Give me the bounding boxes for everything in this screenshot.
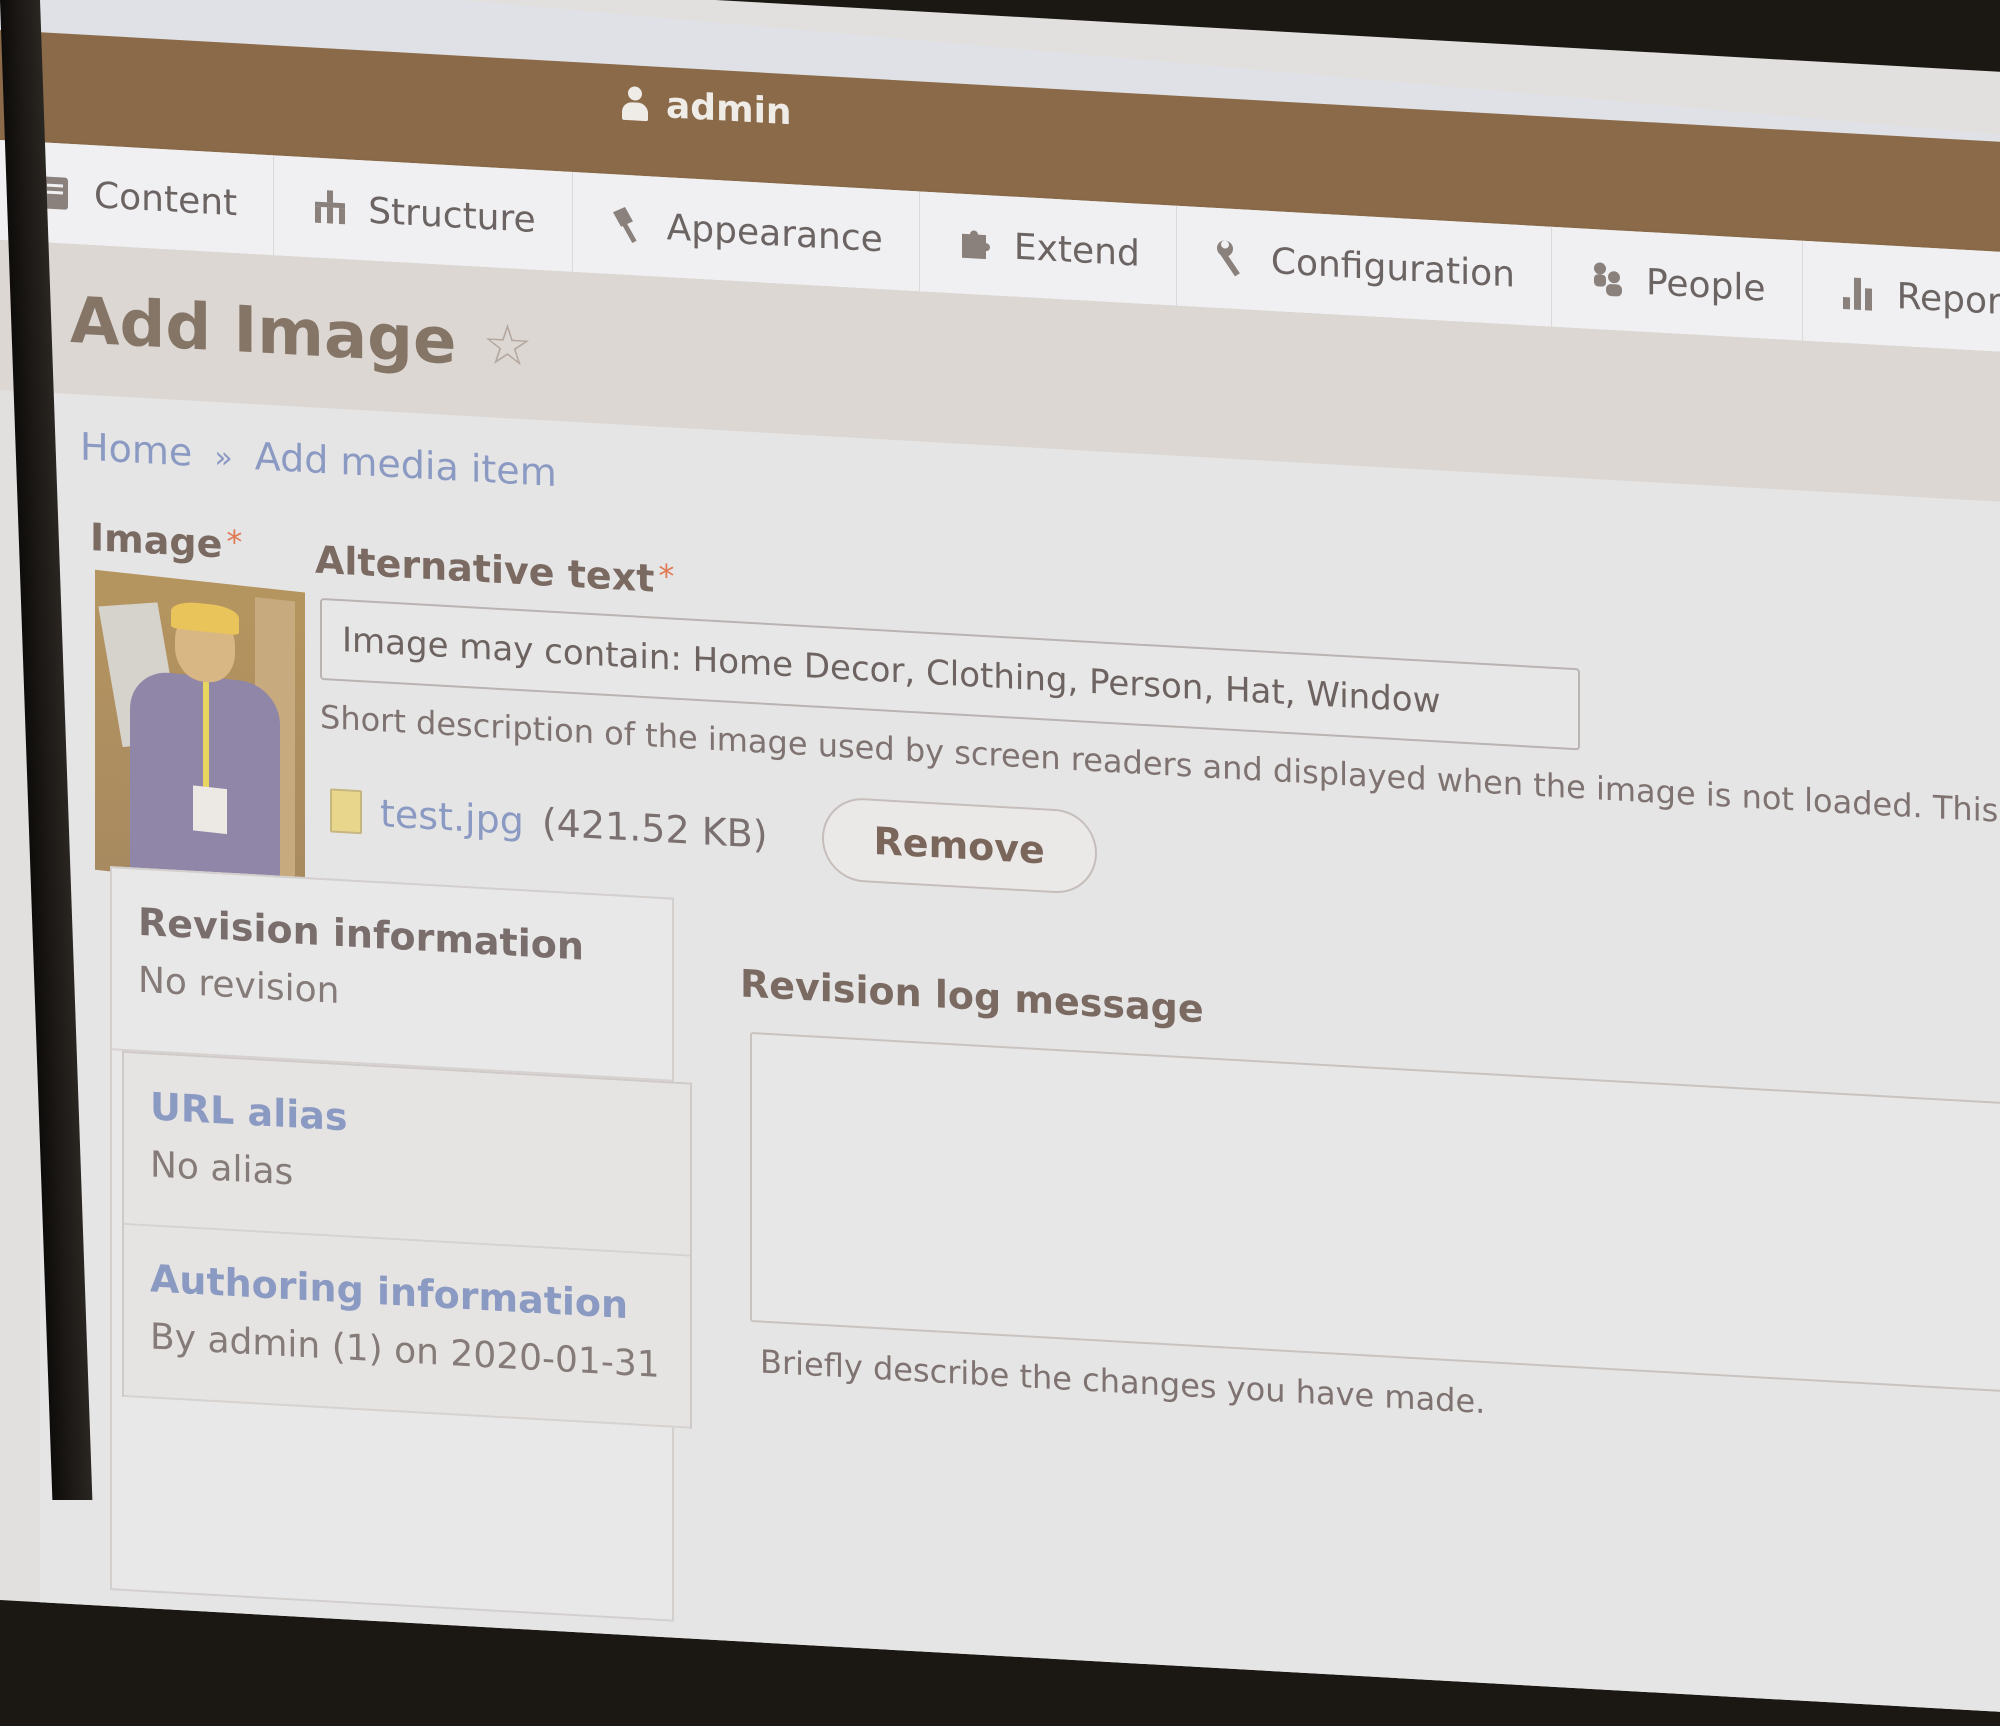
- menu-label: Content: [94, 174, 238, 224]
- required-marker: *: [226, 522, 243, 562]
- page-title: Add Image ☆: [70, 284, 533, 384]
- authoring-information-section[interactable]: Authoring information By admin (1) on 20…: [124, 1224, 690, 1429]
- url-alias-value: No alias: [150, 1144, 294, 1194]
- menu-label: Extend: [1013, 226, 1140, 275]
- menu-label: Appearance: [666, 206, 883, 260]
- page-title-text: Add Image: [70, 283, 457, 380]
- remove-button[interactable]: Remove: [821, 795, 1097, 896]
- user-name: admin: [666, 85, 792, 134]
- sidebar-details: URL alias No alias Authoring information…: [122, 1050, 692, 1429]
- menu-item-appearance[interactable]: Appearance: [572, 172, 920, 292]
- people-icon: [1588, 259, 1628, 301]
- paintbrush-icon: [609, 204, 649, 246]
- authoring-information-value: By admin (1) on 2020-01-31: [150, 1316, 660, 1386]
- revision-log-textarea[interactable]: [750, 1031, 2000, 1406]
- structure-icon: [310, 187, 350, 229]
- required-marker: *: [658, 556, 675, 596]
- star-outline-icon[interactable]: ☆: [482, 311, 532, 379]
- breadcrumb-add-media-item[interactable]: Add media item: [255, 434, 557, 495]
- file-row: test.jpg (421.52 KB) Remove: [330, 768, 1097, 896]
- image-field-label: Image *: [90, 515, 243, 567]
- file-link[interactable]: test.jpg: [380, 791, 524, 843]
- revision-log-label: Revision log message: [740, 961, 1204, 1032]
- wrench-icon: [1213, 238, 1253, 280]
- breadcrumb-home[interactable]: Home: [80, 424, 192, 474]
- revision-information-value: No revision: [138, 959, 340, 1012]
- menu-item-reports[interactable]: Reports: [1802, 240, 2000, 356]
- main-content: Home » Add media item Image * Alternative…: [40, 392, 2000, 1723]
- revision-information-title: Revision information: [138, 899, 584, 969]
- menu-item-structure[interactable]: Structure: [274, 155, 573, 273]
- url-alias-toggle[interactable]: URL alias: [150, 1084, 664, 1157]
- file-size: (421.52 KB): [541, 800, 768, 857]
- bar-chart-icon: [1839, 273, 1879, 315]
- menu-label: Reports: [1896, 275, 2000, 325]
- image-thumbnail: [95, 569, 305, 893]
- breadcrumb: Home » Add media item: [80, 424, 557, 495]
- user-icon: [620, 85, 650, 123]
- authoring-information-toggle[interactable]: Authoring information: [150, 1256, 664, 1329]
- puzzle-icon: [956, 223, 996, 265]
- screen: Google Drive Video Streaming Squad Op ad…: [0, 0, 2000, 1723]
- menu-label: Configuration: [1270, 240, 1515, 296]
- url-alias-section[interactable]: URL alias No alias: [124, 1052, 690, 1257]
- meta-sidebar: Revision information No revision URL ali…: [110, 866, 692, 1622]
- menu-label: Structure: [368, 190, 536, 241]
- menu-item-people[interactable]: People: [1551, 226, 1803, 341]
- menu-label: People: [1645, 261, 1766, 310]
- image-file-icon: [330, 788, 362, 835]
- revision-information: Revision information No revision: [112, 868, 672, 1082]
- user-menu[interactable]: admin: [620, 83, 792, 134]
- breadcrumb-separator: »: [214, 439, 233, 477]
- menu-item-extend[interactable]: Extend: [919, 191, 1177, 306]
- alt-text-label: Alternative text *: [315, 537, 675, 601]
